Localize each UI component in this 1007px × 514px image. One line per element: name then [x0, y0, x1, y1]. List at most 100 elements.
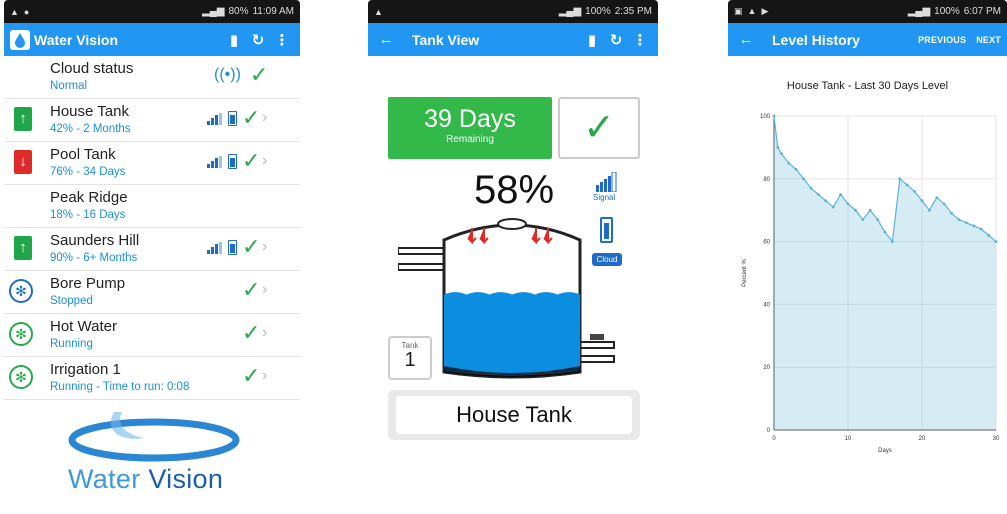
item-status: 42% - 2 Months [50, 123, 131, 135]
x-axis-label: Days [878, 448, 892, 454]
level-point [776, 146, 780, 149]
gallery-icon: ▣ [734, 6, 743, 16]
level-point [920, 199, 924, 203]
phone-tank-view: ▲ ▂▄▆ 100% 2:35 PM ← Tank View ▮ ↻ ⋮ 39 … [368, 0, 658, 514]
chevron-right-icon: › [262, 324, 268, 341]
next-button[interactable]: NEXT [976, 35, 1001, 45]
list-item-house-tank[interactable]: ↑ House Tank 42% - 2 Months ✓ › [4, 99, 300, 142]
level-percent: 58% [474, 168, 555, 212]
item-status: 90% - 6+ Months [50, 252, 138, 264]
doc-icon[interactable]: ▮ [222, 31, 246, 49]
list-item-cloud[interactable]: Cloud status Normal ((•)) ✓ [4, 56, 300, 99]
inlet-pipe-upper [398, 247, 445, 255]
item-status: Normal [50, 80, 88, 92]
notification-icon: ▲ [747, 6, 757, 16]
list-item-saunders-hill[interactable]: ↑ Saunders Hill 90% - 6+ Months ✓ › [4, 228, 300, 271]
tank-lid [497, 218, 527, 230]
check-icon: ✓ [242, 363, 261, 388]
level-point [883, 230, 887, 234]
status-bar: ▣ ▲ ▶ ▂▄▆ 100% 6:07 PM [728, 0, 1007, 23]
battery-icon [228, 240, 237, 255]
level-point [950, 211, 953, 215]
y-axis-label: Percent % [742, 258, 748, 286]
level-point [846, 202, 850, 206]
refresh-icon[interactable]: ↻ [604, 31, 628, 49]
check-icon: ✓ [242, 105, 261, 130]
app-bar: ← Tank View ▮ ↻ ⋮ [368, 23, 658, 56]
x-tick-label: 0 [772, 436, 776, 442]
level-point [817, 193, 820, 196]
device-list: Cloud status Normal ((•)) ✓ ↑ House Tank… [4, 56, 300, 400]
y-tick-label: 100 [760, 114, 771, 120]
days-label: Remaining [446, 134, 494, 145]
y-tick-label: 0 [767, 428, 771, 434]
fan-icon: ✻ [9, 322, 33, 346]
check-icon: ✓ [242, 148, 261, 173]
level-point [787, 161, 791, 165]
phone-level-history: ▣ ▲ ▶ ▂▄▆ 100% 6:07 PM ← Level History PRE… [728, 0, 1007, 514]
y-tick-label: 60 [763, 240, 770, 246]
brand-logo: Water Vision [4, 412, 300, 514]
status-bar: ▲ ● ▂▄▆ 80% 11:09 AM [4, 0, 300, 23]
chevron-right-icon: › [262, 238, 268, 255]
wifi-icon: ((•)) [214, 66, 241, 83]
list-item-hot-water[interactable]: ✻ Hot Water Running ✓ › [4, 314, 300, 357]
menu-icon[interactable]: ⋮ [270, 31, 294, 49]
status-battery: 80% [228, 6, 249, 17]
item-status: Running [50, 338, 93, 350]
app-bar: Water Vision ▮ ↻ ⋮ [4, 23, 300, 56]
level-point [987, 233, 990, 237]
item-status: Running - Time to run: 0:08 [50, 381, 190, 393]
level-point [794, 167, 798, 171]
back-arrow-icon[interactable]: ← [374, 31, 398, 48]
app-title: Level History [772, 31, 860, 48]
logo-word-vision: Vision [148, 464, 224, 494]
battery-icon [228, 111, 237, 126]
doc-icon[interactable]: ▮ [580, 31, 604, 49]
item-status: 18% - 16 Days [50, 209, 126, 221]
level-point [979, 227, 983, 231]
signal-icon: ▂▄▆ [907, 6, 931, 17]
level-point [942, 202, 946, 206]
water-fill [444, 292, 581, 375]
list-item-pool-tank[interactable]: ↓ Pool Tank 76% - 34 Days ✓ › [4, 142, 300, 185]
item-name: House Tank [50, 103, 129, 120]
app-bar: ← Level History PREVIOUS NEXT [728, 23, 1007, 56]
level-point [965, 221, 968, 225]
level-point [809, 186, 813, 190]
list-item-bore-pump[interactable]: ✻ Bore Pump Stopped ✓ › [4, 271, 300, 314]
valve-icon [590, 334, 604, 340]
item-name: Hot Water [50, 318, 117, 335]
level-history-chart: 0 20 40 60 80 100 0 10 20 30 Days Percent % [742, 114, 1000, 454]
signal-icon [207, 113, 222, 125]
days-value: 39 Days [424, 105, 516, 133]
level-point [972, 224, 976, 228]
tank-name-panel[interactable]: House Tank [388, 390, 640, 440]
item-name: Irrigation 1 [50, 361, 121, 378]
refresh-icon[interactable]: ↻ [246, 31, 270, 49]
check-icon: ✓ [242, 277, 261, 302]
tank-number: 1 [404, 349, 416, 371]
level-point [831, 205, 835, 209]
down-arrow-icon: ↓ [14, 150, 32, 174]
previous-button[interactable]: PREVIOUS [918, 35, 966, 45]
item-name: Pool Tank [50, 146, 116, 163]
status-battery: 100% [934, 6, 960, 17]
back-arrow-icon[interactable]: ← [734, 31, 758, 48]
status-battery: 100% [585, 6, 611, 17]
check-icon: ✓ [242, 320, 261, 345]
outlet-pipe-lower [577, 355, 615, 363]
check-icon: ✓ [242, 234, 261, 259]
signal-icon: ▂▄▆ [558, 6, 582, 17]
level-point [891, 240, 894, 244]
level-point [824, 199, 828, 203]
list-item-irrigation[interactable]: ✻ Irrigation 1 Running - Time to run: 0:… [4, 357, 300, 400]
signal-icon: ▂▄▆ [202, 6, 225, 17]
menu-icon[interactable]: ⋮ [628, 31, 652, 49]
item-name: Saunders Hill [50, 232, 140, 249]
outlet-pipe-upper [577, 341, 615, 349]
signal-icon [207, 242, 222, 254]
status-bar: ▲ ▂▄▆ 100% 2:35 PM [368, 0, 658, 23]
list-item-peak-ridge[interactable]: Peak Ridge 18% - 16 Days [4, 185, 300, 228]
level-point [839, 193, 842, 196]
